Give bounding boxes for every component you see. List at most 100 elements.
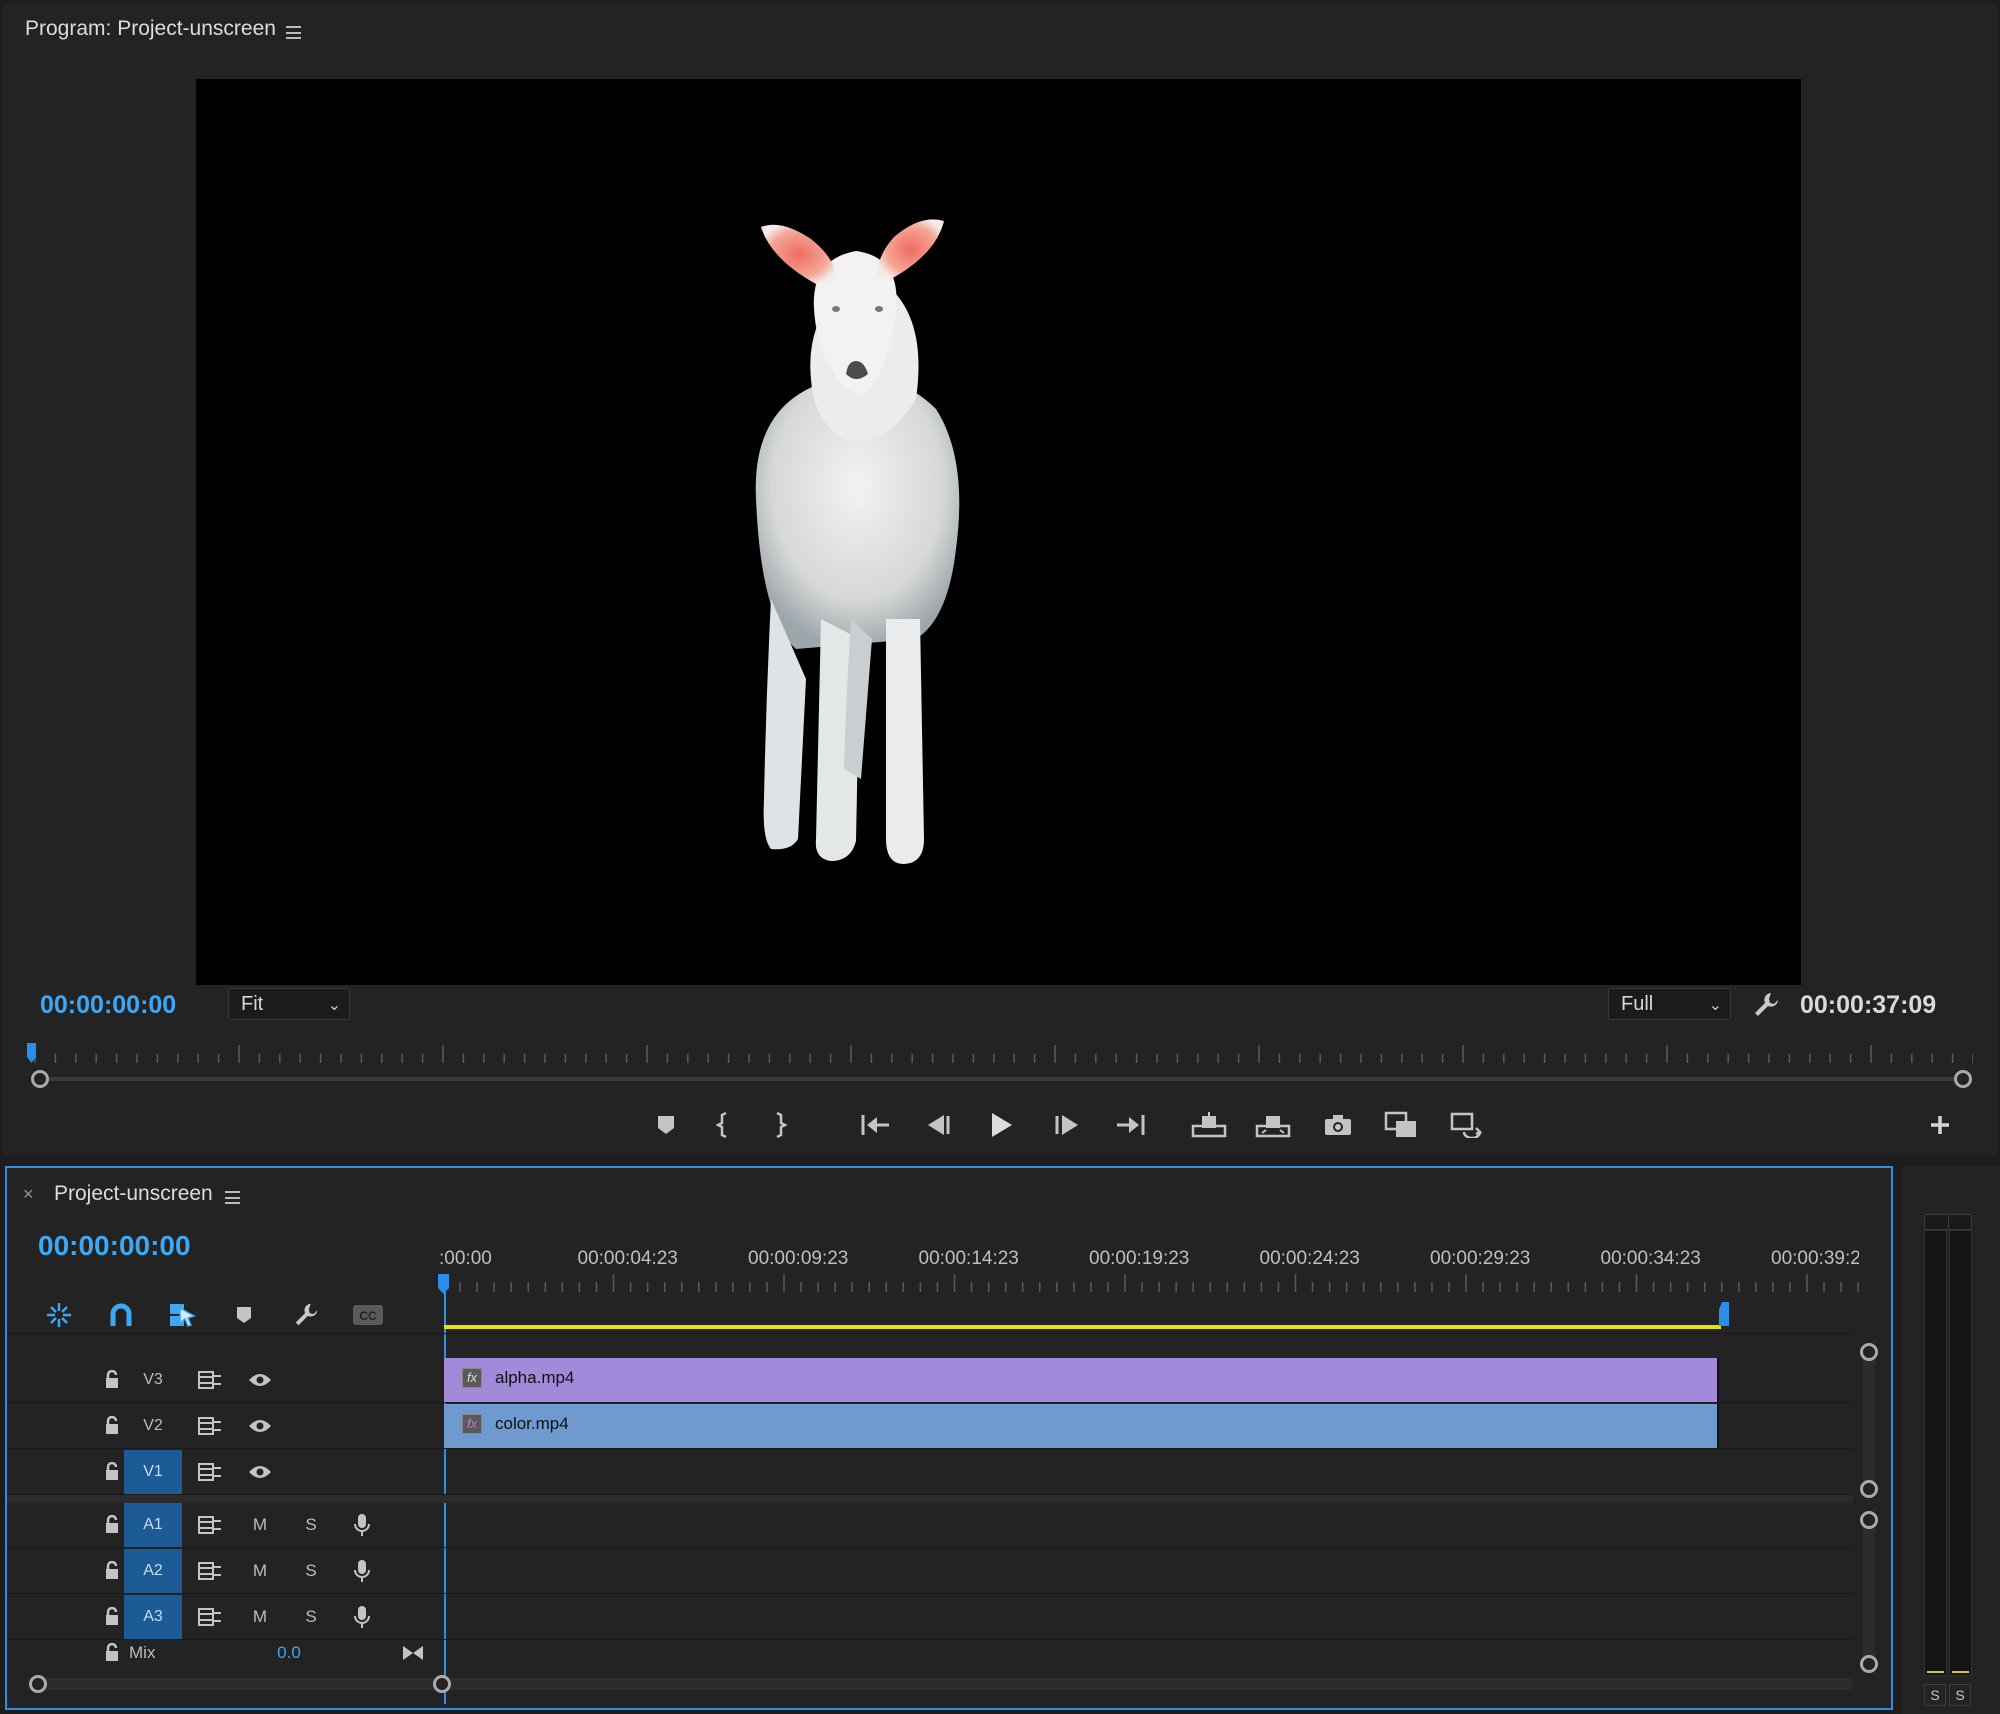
toggle-proxies-icon — [1450, 1112, 1482, 1138]
lock-icon[interactable] — [97, 1450, 127, 1494]
clip-color[interactable]: fx color.mp4 — [444, 1404, 1719, 1448]
toggle-proxies-button[interactable] — [1446, 1105, 1486, 1145]
export-frame-button[interactable] — [1318, 1105, 1358, 1145]
program-viewer[interactable] — [196, 79, 1801, 985]
duration-timecode: 00:00:37:09 — [1800, 991, 1937, 1019]
track-row-a3: A3 M S — [7, 1595, 1853, 1640]
track-row-mix: Mix 0.0 — [7, 1641, 1853, 1665]
play-button[interactable] — [982, 1105, 1022, 1145]
track-header-a2: A2 M S — [7, 1549, 439, 1593]
timeline-horizontal-scrollbar[interactable] — [37, 1678, 1853, 1690]
lift-icon — [1191, 1112, 1227, 1138]
mute-button[interactable]: M — [247, 1549, 273, 1593]
mark-out-button[interactable] — [760, 1105, 800, 1145]
solo-right-button[interactable]: S — [1949, 1684, 1971, 1706]
lock-icon[interactable] — [97, 1549, 127, 1593]
eye-icon[interactable] — [245, 1358, 275, 1402]
zoom-scroll-left-handle[interactable] — [31, 1070, 49, 1088]
go-to-out-button[interactable] — [1110, 1105, 1150, 1145]
current-timecode[interactable]: 00:00:00:00 — [40, 991, 176, 1020]
fx-badge-icon: fx — [462, 1368, 482, 1388]
panel-menu-icon[interactable] — [225, 1191, 240, 1204]
eye-icon[interactable] — [245, 1404, 275, 1448]
timeline-timecode[interactable]: 00:00:00:00 — [38, 1230, 191, 1262]
go-to-in-button[interactable] — [856, 1105, 896, 1145]
solo-button[interactable]: S — [298, 1503, 324, 1547]
track-header-v3: V3 — [7, 1358, 439, 1402]
lock-icon[interactable] — [97, 1595, 127, 1639]
step-forward-button[interactable] — [1047, 1105, 1087, 1145]
work-area-bar[interactable] — [444, 1325, 1721, 1329]
sync-lock-icon[interactable] — [195, 1450, 225, 1494]
program-time-ruler[interactable] — [30, 1045, 1973, 1063]
clip-alpha[interactable]: fx alpha.mp4 — [444, 1358, 1719, 1402]
mark-in-button[interactable] — [703, 1105, 743, 1145]
timeline-time-ruler[interactable]: :00:00 00:00:04:23 00:00:09:23 00:00:14:23 0… — [439, 1246, 1859, 1306]
lift-button[interactable] — [1189, 1105, 1229, 1145]
timeline-panel: × Project-unscreen 00:00:00:00 CC :00:00… — [5, 1166, 1893, 1710]
zoom-level-dropdown[interactable]: Fit ⌄ — [228, 988, 350, 1020]
timeline-title: Project-unscreen — [54, 1182, 213, 1205]
bowtie-icon[interactable] — [400, 1641, 426, 1665]
timeline-settings-wrench-icon[interactable] — [289, 1298, 323, 1332]
linked-selection-icon[interactable] — [165, 1298, 199, 1332]
video-audio-divider[interactable] — [7, 1495, 1853, 1503]
track-label-v2[interactable]: V2 — [124, 1404, 182, 1448]
timeline-vertical-scrollbar[interactable] — [1853, 1168, 1887, 1708]
add-marker-icon[interactable] — [227, 1298, 261, 1332]
track-label-a1[interactable]: A1 — [124, 1503, 182, 1547]
sync-lock-icon[interactable] — [195, 1503, 225, 1547]
chevron-down-icon: ⌄ — [327, 997, 341, 1014]
panel-menu-icon[interactable] — [286, 26, 301, 39]
timeline-scroll-right-handle[interactable] — [433, 1675, 451, 1693]
button-editor-button[interactable] — [1920, 1105, 1960, 1145]
snap-magnet-icon[interactable] — [104, 1298, 138, 1332]
mix-volume-value[interactable]: 0.0 — [269, 1641, 309, 1665]
audio-scroll-top-handle[interactable] — [1860, 1511, 1878, 1529]
settings-wrench-icon[interactable] — [1751, 990, 1781, 1020]
extract-icon — [1255, 1116, 1291, 1138]
microphone-icon[interactable] — [347, 1549, 377, 1593]
video-scroll-top-handle[interactable] — [1860, 1343, 1878, 1361]
solo-button[interactable]: S — [298, 1549, 324, 1593]
add-marker-button[interactable] — [646, 1105, 686, 1145]
mark-in-icon — [716, 1112, 727, 1138]
track-row-v3: V3 fx alpha.mp4 — [7, 1358, 1853, 1403]
zoom-scroll-bar[interactable] — [39, 1077, 1964, 1081]
microphone-icon[interactable] — [347, 1503, 377, 1547]
video-scroll-bottom-handle[interactable] — [1860, 1480, 1878, 1498]
sync-lock-icon[interactable] — [195, 1358, 225, 1402]
track-header-v1: V1 — [7, 1450, 439, 1494]
track-label-a3[interactable]: A3 — [124, 1595, 182, 1639]
lock-icon[interactable] — [97, 1503, 127, 1547]
lock-icon[interactable] — [97, 1404, 127, 1448]
mute-button[interactable]: M — [247, 1503, 273, 1547]
audio-scroll-bottom-handle[interactable] — [1860, 1655, 1878, 1673]
extract-button[interactable] — [1253, 1105, 1293, 1145]
lock-icon[interactable] — [97, 1358, 127, 1402]
timeline-scroll-left-handle[interactable] — [29, 1675, 47, 1693]
solo-left-button[interactable]: S — [1924, 1684, 1946, 1706]
captions-icon[interactable]: CC — [351, 1298, 385, 1332]
insert-overwrite-sequence-icon[interactable] — [42, 1298, 76, 1332]
lock-icon[interactable] — [97, 1641, 127, 1665]
clip-indicators[interactable] — [1924, 1214, 1972, 1230]
step-back-button[interactable] — [919, 1105, 959, 1145]
play-icon — [992, 1113, 1012, 1137]
sync-lock-icon[interactable] — [195, 1404, 225, 1448]
mark-out-icon — [776, 1112, 787, 1138]
sync-lock-icon[interactable] — [195, 1595, 225, 1639]
eye-icon[interactable] — [245, 1450, 275, 1494]
playback-resolution-dropdown[interactable]: Full ⌄ — [1608, 988, 1731, 1020]
zoom-scroll-right-handle[interactable] — [1954, 1070, 1972, 1088]
solo-button[interactable]: S — [298, 1595, 324, 1639]
track-label-v3[interactable]: V3 — [124, 1358, 182, 1402]
fx-badge-icon: fx — [462, 1414, 482, 1434]
track-label-a2[interactable]: A2 — [124, 1549, 182, 1593]
track-label-v1[interactable]: V1 — [124, 1450, 182, 1494]
microphone-icon[interactable] — [347, 1595, 377, 1639]
comparison-view-button[interactable] — [1381, 1105, 1421, 1145]
mute-button[interactable]: M — [247, 1595, 273, 1639]
sync-lock-icon[interactable] — [195, 1549, 225, 1593]
close-panel-icon[interactable]: × — [23, 1184, 34, 1205]
